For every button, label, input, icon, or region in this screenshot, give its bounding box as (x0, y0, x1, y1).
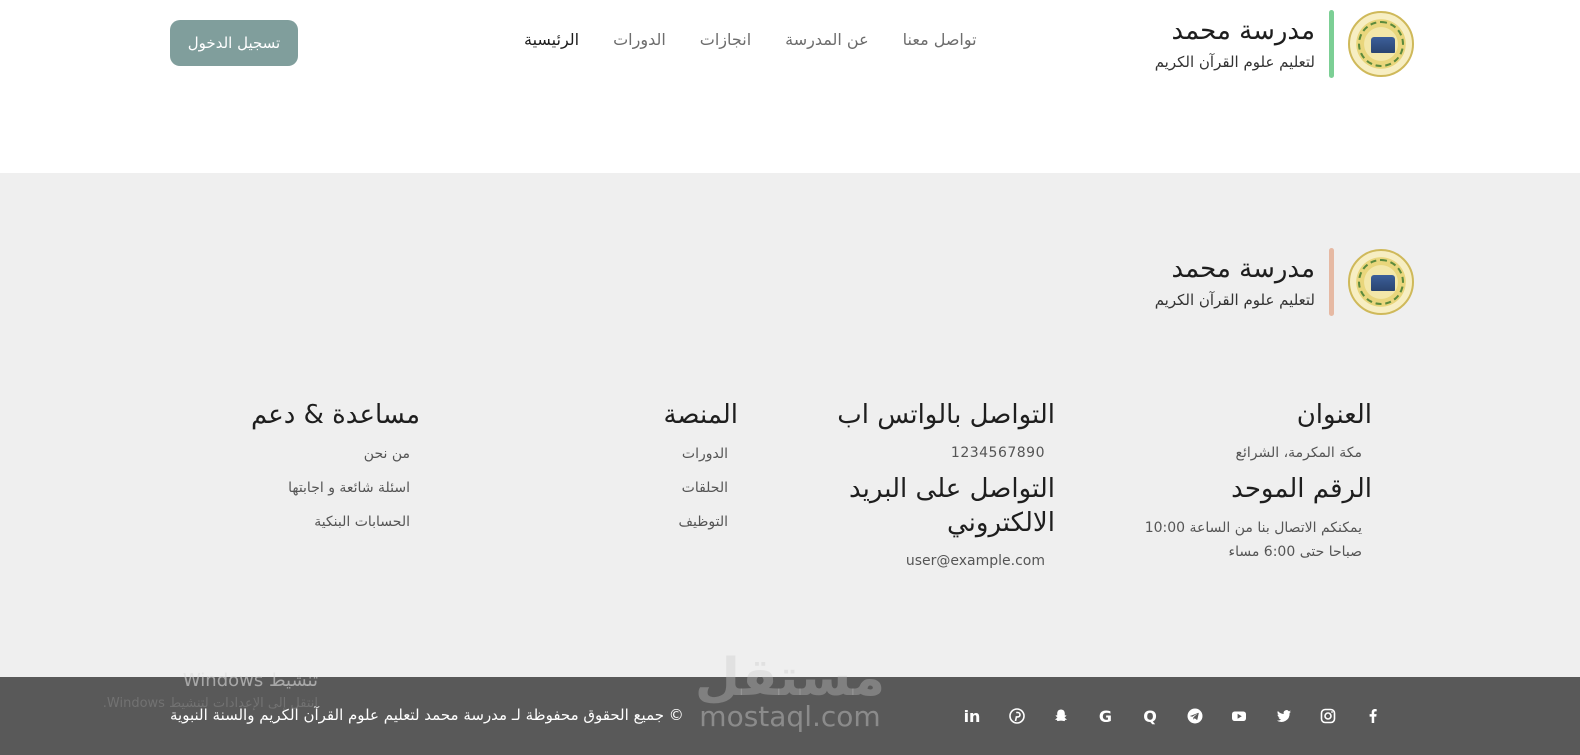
mostaql-watermark: مستقل mostaql.com (690, 648, 890, 732)
brand-text: مدرسة محمد لتعليم علوم القرآن الكريم (1155, 13, 1315, 75)
footer-link-faq[interactable]: اسئلة شائعة و اجابتها (180, 476, 410, 500)
footer-link-bank-accounts[interactable]: الحسابات البنكية (180, 510, 410, 534)
brand-tagline: لتعليم علوم القرآن الكريم (1154, 291, 1315, 309)
whatsapp-number[interactable]: 1234567890 (815, 442, 1045, 464)
linkedin-icon[interactable]: in (958, 703, 986, 729)
activation-title: تنشيط Windows (182, 670, 318, 691)
youtube-icon[interactable] (1225, 703, 1253, 729)
site-header: مدرسة محمد لتعليم علوم القرآن الكريم الر… (0, 0, 1580, 173)
twitter-icon[interactable] (1270, 703, 1298, 729)
brand-text: مدرسة محمد لتعليم علوم القرآن الكريم (1155, 251, 1315, 313)
brand-name: مدرسة محمد (1171, 254, 1315, 284)
unified-number-value: يمكنكم الاتصال بنا من الساعة 10:00 صباحا… (1144, 520, 1362, 560)
instagram-icon[interactable] (1314, 703, 1342, 729)
unified-number-title: الرقم الموحد (1231, 474, 1372, 504)
help-title: مساعدة & دعم (250, 400, 420, 430)
footer-link-circles[interactable]: الحلقات (538, 476, 728, 500)
footer-contact-column: التواصل بالواتس اب 1234567890 التواصل عل… (815, 398, 1055, 572)
watermark-arabic: مستقل (694, 648, 886, 708)
nav-achievements[interactable]: انجازات (700, 28, 751, 52)
nav-contact[interactable]: تواصل معنا (903, 28, 977, 52)
footer-platform-column: المنصة الدورات الحلقات التوظيف (538, 398, 738, 534)
whatsapp-title: التواصل بالواتس اب (837, 400, 1055, 430)
school-logo-seal (1348, 11, 1414, 77)
nav-home[interactable]: الرئيسية (524, 28, 579, 52)
watermark-latin: mostaql.com (699, 700, 881, 733)
address-value: مكة المكرمة، الشرائع (1235, 445, 1362, 461)
brand-name: مدرسة محمد (1171, 16, 1315, 46)
email-address[interactable]: user@example.com (815, 550, 1045, 572)
footer-brand[interactable]: مدرسة محمد لتعليم علوم القرآن الكريم (1155, 248, 1414, 316)
facebook-icon[interactable] (1359, 703, 1387, 729)
windows-activation-notice: تنشيط Windows انتقل إلى الإعدادات لتنشيط… (78, 668, 318, 714)
quora-icon[interactable]: Q (1136, 703, 1164, 729)
snapchat-icon[interactable] (1047, 703, 1075, 729)
address-title: العنوان (1296, 400, 1372, 430)
footer-help-column: مساعدة & دعم من نحن اسئلة شائعة و اجابته… (180, 398, 420, 534)
header-brand[interactable]: مدرسة محمد لتعليم علوم القرآن الكريم (1155, 10, 1414, 78)
school-logo-seal (1348, 249, 1414, 315)
footer-link-jobs[interactable]: التوظيف (538, 510, 728, 534)
platform-title: المنصة (663, 400, 738, 430)
brand-accent-bar (1329, 248, 1334, 316)
brand-tagline: لتعليم علوم القرآن الكريم (1154, 53, 1315, 71)
footer-link-courses[interactable]: الدورات (538, 442, 728, 466)
login-button[interactable]: تسجيل الدخول (170, 20, 298, 66)
google-icon[interactable]: G (1092, 703, 1120, 729)
pinterest-icon[interactable] (1003, 703, 1031, 729)
brand-accent-bar (1329, 10, 1334, 78)
nav-courses[interactable]: الدورات (613, 28, 666, 52)
footer-link-about-us[interactable]: من نحن (180, 442, 410, 466)
activation-subtitle: انتقل إلى الإعدادات لتنشيط Windows. (102, 696, 318, 711)
telegram-icon[interactable] (1181, 703, 1209, 729)
email-title: التواصل على البريد الالكتروني (849, 474, 1055, 538)
main-nav: الرئيسية الدورات انجازات عن المدرسة تواص… (490, 28, 977, 52)
footer-address-column: العنوان مكة المكرمة، الشرائع الرقم الموح… (1132, 398, 1372, 564)
social-links: in G Q (958, 703, 1403, 729)
nav-about[interactable]: عن المدرسة (785, 28, 869, 52)
